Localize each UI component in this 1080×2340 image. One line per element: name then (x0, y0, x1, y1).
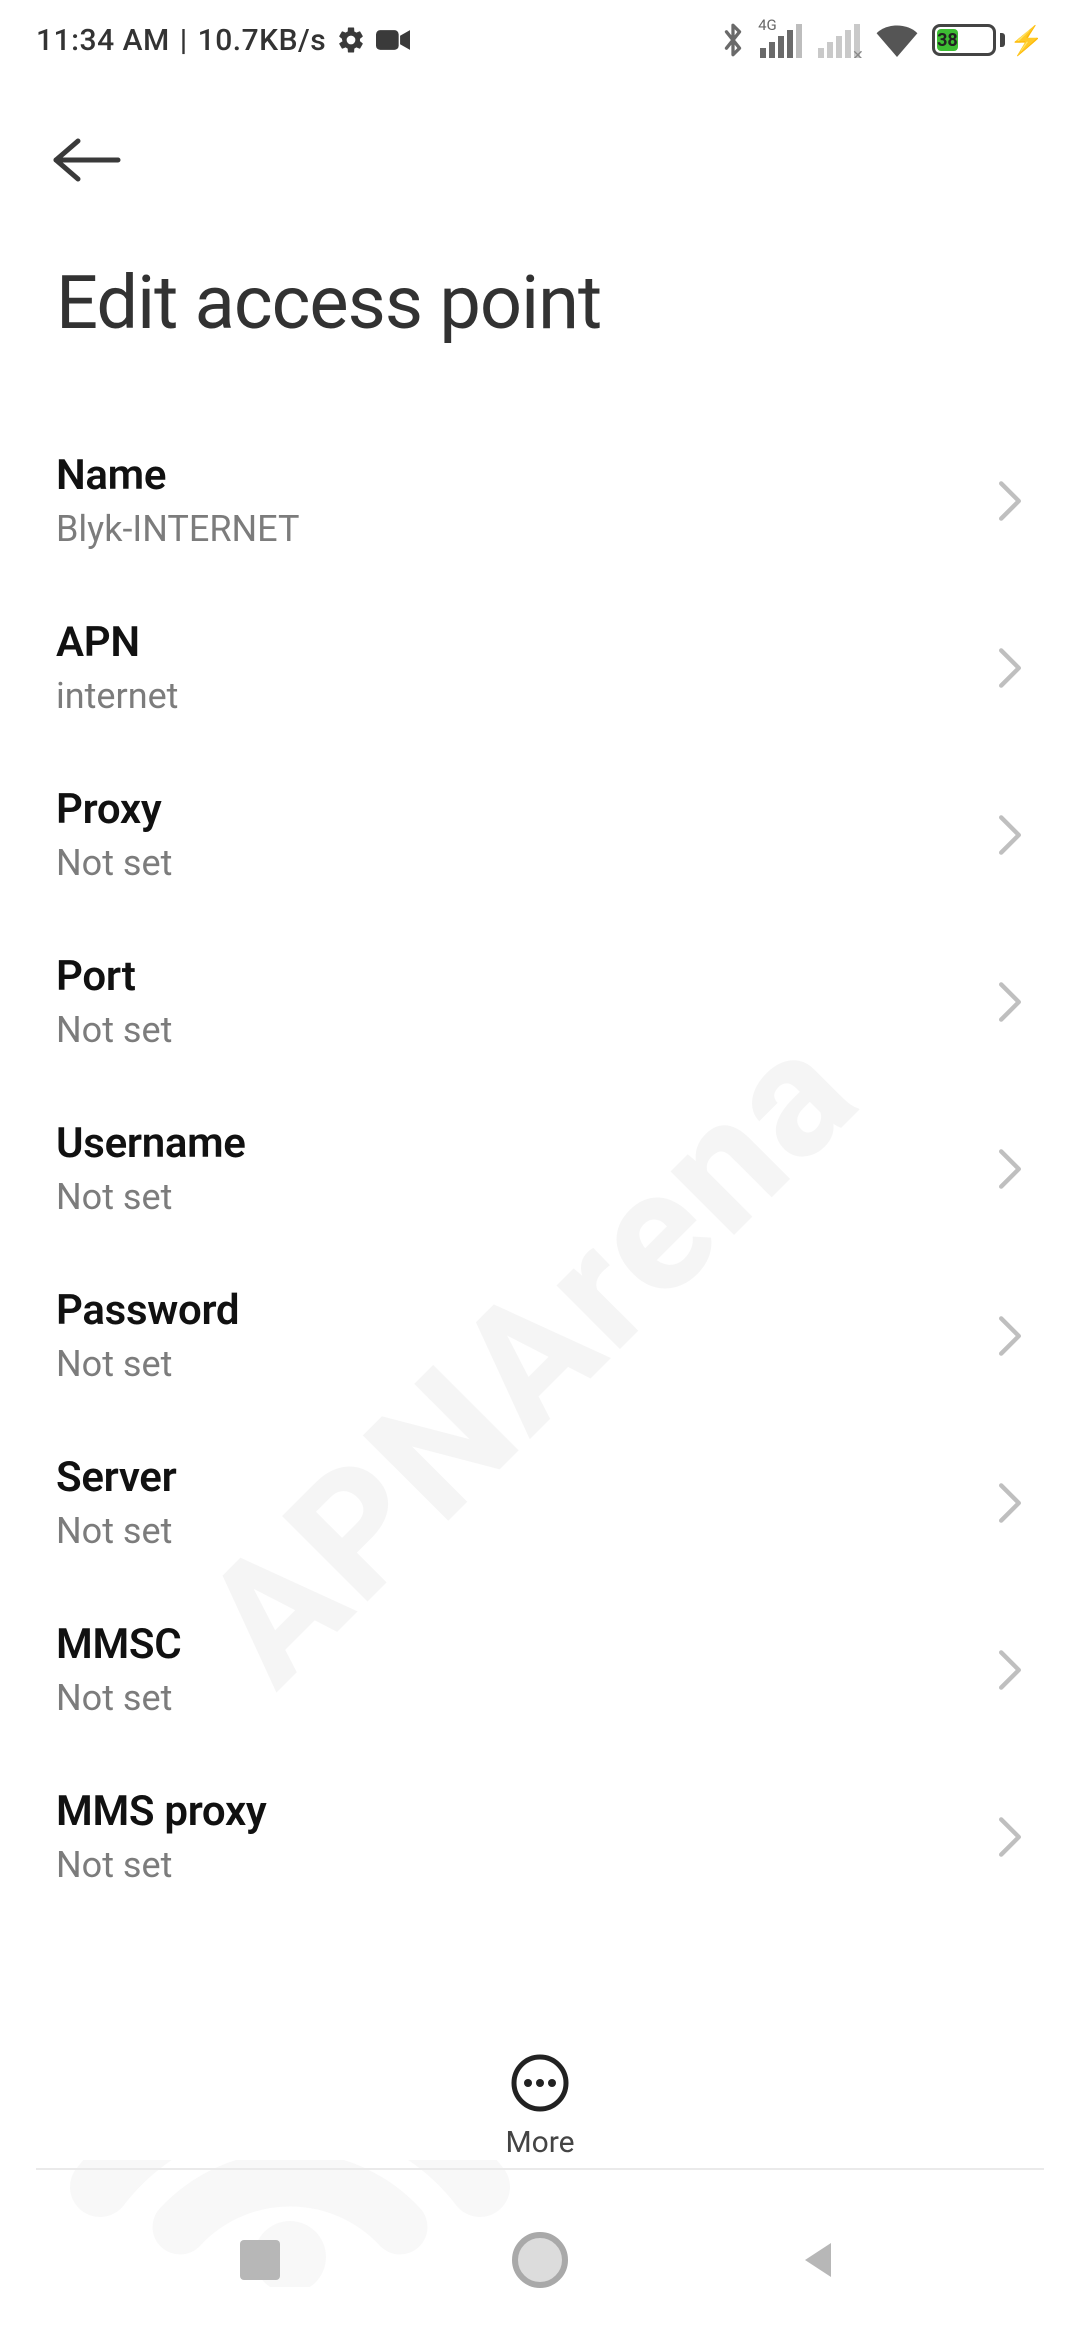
chevron-right-icon (996, 1147, 1024, 1191)
app-bar (0, 80, 1080, 220)
chevron-right-icon (996, 813, 1024, 857)
signal-sim2: ✕ (818, 22, 862, 58)
settings-list: APNArena Name Blyk-INTERNET APN internet… (0, 387, 1080, 1920)
navigation-bar (0, 2180, 1080, 2340)
bluetooth-icon (720, 22, 746, 58)
nav-recents-button[interactable] (220, 2220, 300, 2300)
content-fade (0, 1960, 1080, 2040)
setting-password[interactable]: Password Not set (0, 1252, 1080, 1419)
status-sep: | (180, 23, 188, 58)
more-menu-button[interactable]: More (0, 2031, 1080, 2160)
wifi-icon (876, 23, 918, 57)
setting-label: Proxy (56, 785, 172, 834)
setting-label: Username (56, 1119, 246, 1168)
signal-sim1: 4G (760, 22, 804, 58)
setting-label: Port (56, 952, 172, 1001)
setting-server[interactable]: Server Not set (0, 1419, 1080, 1586)
setting-label: Name (56, 451, 299, 500)
setting-value: Not set (56, 1176, 246, 1218)
setting-label: MMSC (56, 1620, 181, 1669)
chevron-right-icon (996, 1648, 1024, 1692)
setting-value: Not set (56, 842, 172, 884)
setting-name[interactable]: Name Blyk-INTERNET (0, 417, 1080, 584)
chevron-right-icon (996, 1815, 1024, 1859)
setting-label: APN (56, 618, 178, 667)
nav-back-button[interactable] (780, 2220, 860, 2300)
signal-4g-label: 4G (758, 16, 777, 34)
setting-mms-proxy[interactable]: MMS proxy Not set (0, 1753, 1080, 1920)
nav-home-button[interactable] (500, 2220, 580, 2300)
status-speed: 10.7KB/s (198, 23, 327, 58)
gear-icon (336, 25, 366, 55)
page-title: Edit access point (0, 220, 1080, 387)
setting-label: MMS proxy (56, 1787, 266, 1836)
setting-value: Not set (56, 1844, 266, 1886)
setting-apn[interactable]: APN internet (0, 584, 1080, 751)
more-label: More (505, 2125, 574, 2160)
setting-value: Not set (56, 1009, 172, 1051)
square-icon (240, 2240, 280, 2280)
status-right: 4G ✕ 38 ⚡ (720, 22, 1044, 58)
chevron-right-icon (996, 1481, 1024, 1525)
circle-icon (512, 2232, 568, 2288)
setting-label: Server (56, 1453, 176, 1502)
setting-value: Blyk-INTERNET (56, 508, 299, 550)
charging-icon: ⚡ (1009, 24, 1044, 57)
battery-icon: 38 ⚡ (932, 24, 1044, 57)
setting-mmsc[interactable]: MMSC Not set (0, 1586, 1080, 1753)
chevron-right-icon (996, 479, 1024, 523)
status-time: 11:34 AM (36, 23, 170, 58)
chevron-right-icon (996, 980, 1024, 1024)
chevron-right-icon (996, 1314, 1024, 1358)
back-button[interactable] (50, 120, 130, 200)
chevron-right-icon (996, 646, 1024, 690)
setting-label: Password (56, 1286, 239, 1335)
bottom-divider (36, 2168, 1044, 2170)
more-horizontal-icon (508, 2051, 572, 2115)
setting-port[interactable]: Port Not set (0, 918, 1080, 1085)
setting-value: Not set (56, 1510, 176, 1552)
status-bar: 11:34 AM | 10.7KB/s 4G ✕ 38 ⚡ (0, 0, 1080, 80)
video-camera-icon (376, 27, 410, 53)
svg-text:✕: ✕ (852, 48, 862, 58)
setting-value: internet (56, 675, 178, 717)
setting-value: Not set (56, 1343, 239, 1385)
setting-value: Not set (56, 1677, 181, 1719)
triangle-left-icon (797, 2237, 843, 2283)
battery-percent: 38 (937, 30, 958, 51)
status-left: 11:34 AM | 10.7KB/s (36, 23, 410, 58)
setting-proxy[interactable]: Proxy Not set (0, 751, 1080, 918)
setting-username[interactable]: Username Not set (0, 1085, 1080, 1252)
